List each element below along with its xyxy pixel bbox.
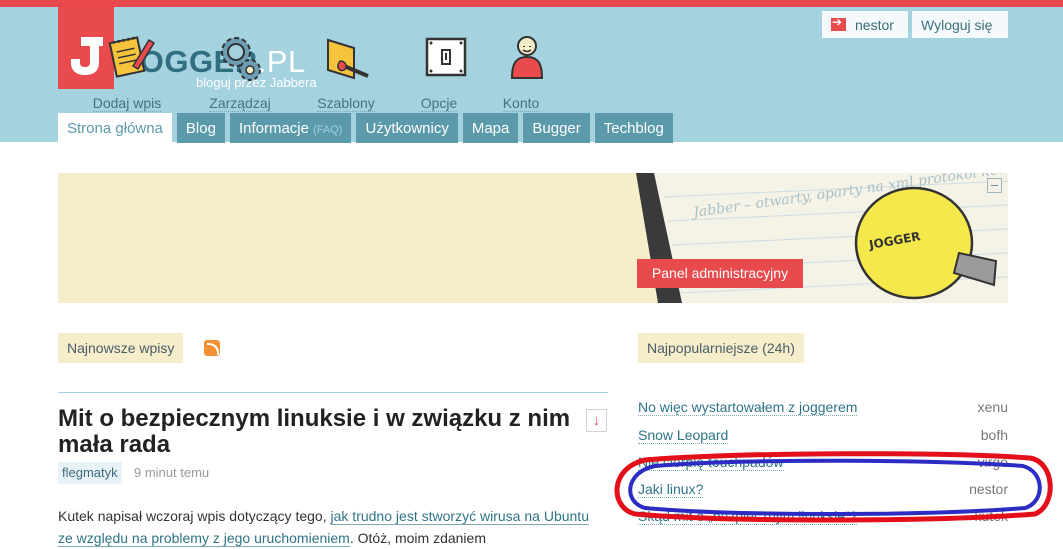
tab-informacje-faq: (FAQ) [313,124,343,136]
post-body-text: Kutek napisał wczoraj wpis dotyczący teg… [58,508,331,524]
tab-informacje[interactable]: Informacje (FAQ) [229,113,352,143]
logout-button[interactable]: Wyloguj się [912,11,1008,38]
list-item: Nie cierpię touchpadów virgo [638,449,1008,475]
account-label: Konto [502,95,540,112]
popular-post-user[interactable]: virgo [978,454,1008,470]
popular-post-link[interactable]: Snow Leopard [638,427,729,444]
username: nestor [855,16,894,33]
list-item: Snow Leopard bofh [638,422,1008,448]
popular-post-user[interactable]: bofh [981,427,1008,443]
templates-label: Szablony [317,95,375,112]
rss-icon[interactable] [204,340,220,356]
list-item: Skąd mit o „bezpiecznym linuksie”? kutek [638,503,1008,529]
post-divider [58,392,608,393]
add-post-label: Dodaj wpis [92,95,162,112]
options-tool[interactable]: Opcje [418,30,467,113]
tab-techblog[interactable]: Techblog [594,113,673,143]
account-tool[interactable]: Konto [499,30,544,113]
popular-post-user[interactable]: xenu [978,399,1008,415]
post-title[interactable]: Mit o bezpiecznym linuksie i w związku z… [58,406,583,458]
tab-blog[interactable]: Blog [176,113,225,143]
tab-bugger[interactable]: Bugger [523,113,590,143]
tab-strona-glowna[interactable]: Strona główna [58,113,172,143]
brush-icon [327,38,369,80]
scroll-down-icon[interactable]: ↓ [586,409,607,432]
popular-post-user[interactable]: kutek [975,508,1008,524]
admin-panel-button[interactable]: Panel administracyjny [637,259,803,288]
person-icon [510,36,544,79]
manage-label: Zarządzaj [209,95,271,112]
add-post-tool[interactable]: Dodaj wpis [89,30,165,113]
tab-mapa[interactable]: Mapa [462,113,519,143]
list-item: No więc wystartowałem z joggerem xenu [638,394,1008,420]
popular-post-link[interactable]: Jaki linux? [638,481,704,498]
popular-post-link[interactable]: No więc wystartowałem z joggerem [638,399,858,416]
post-body-text-after: . Otóż, moim zdaniem [349,530,486,546]
popular-heading: Najpopularniejsze (24h) [638,333,804,363]
user-arrow-icon [831,15,846,31]
options-label: Opcje [420,95,458,112]
newest-posts-heading: Najnowsze wpisy [58,333,184,363]
collapse-icon[interactable] [987,178,1002,193]
switch-icon [425,37,467,77]
tab-informacje-label: Informacje [238,120,309,137]
templates-tool[interactable]: Szablony [314,30,378,113]
gears-icon [221,37,261,81]
popular-post-link[interactable]: Skąd mit o „bezpiecznym linuksie”? [638,508,858,525]
popular-post-link[interactable]: Nie cierpię touchpadów [638,454,784,471]
popular-post-user[interactable]: nestor [969,481,1008,497]
list-item: Jaki linux? nestor [638,476,1008,502]
notepad-pencil-icon [108,36,156,78]
top-accent-bar [0,0,1063,7]
post-author[interactable]: flegmatyk [58,462,122,484]
main-nav: Strona główna Blog Informacje (FAQ) Użyt… [58,113,678,143]
user-profile-link[interactable]: nestor [822,11,908,38]
post-body: Kutek napisał wczoraj wpis dotyczący teg… [58,505,589,549]
post-time: 9 minut temu [134,465,210,480]
manage-tool[interactable]: Zarządzaj [206,30,274,113]
tab-uzytkownicy[interactable]: Użytkownicy [356,113,458,143]
